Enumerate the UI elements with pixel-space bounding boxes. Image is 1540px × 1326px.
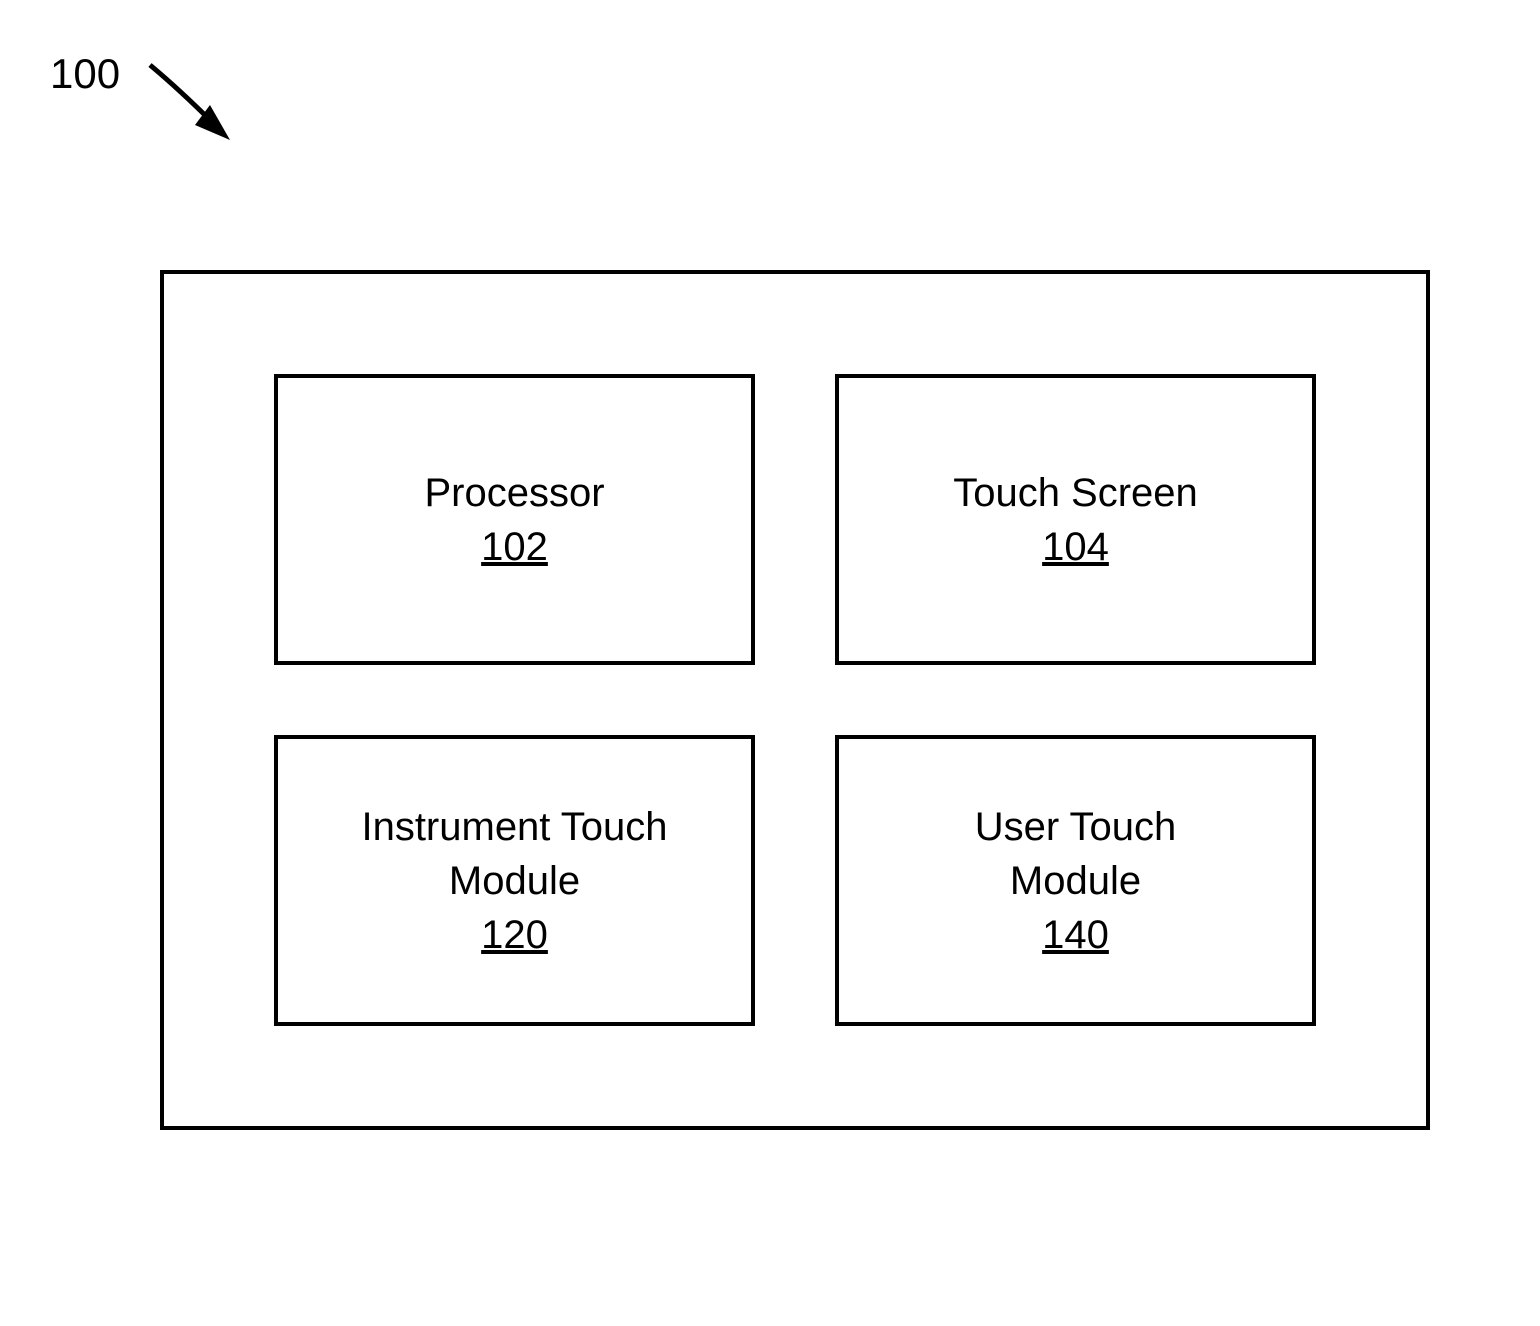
- user-touch-title-line2: Module: [1010, 854, 1141, 908]
- instrument-touch-title-line2: Module: [449, 854, 580, 908]
- processor-block: Processor 102: [274, 374, 755, 665]
- reference-label: 100: [50, 50, 250, 160]
- user-touch-block: User Touch Module 140: [835, 735, 1316, 1026]
- user-touch-number: 140: [1042, 908, 1109, 962]
- processor-number: 102: [481, 520, 548, 574]
- user-touch-title-line1: User Touch: [975, 800, 1177, 854]
- reference-number: 100: [50, 50, 120, 98]
- arrow-icon: [140, 60, 250, 160]
- system-container: Processor 102 Touch Screen 104 Instrumen…: [160, 270, 1430, 1130]
- touch-screen-title: Touch Screen: [953, 466, 1198, 520]
- instrument-touch-number: 120: [481, 908, 548, 962]
- touch-screen-number: 104: [1042, 520, 1109, 574]
- touch-screen-block: Touch Screen 104: [835, 374, 1316, 665]
- instrument-touch-title-line1: Instrument Touch: [361, 800, 667, 854]
- instrument-touch-block: Instrument Touch Module 120: [274, 735, 755, 1026]
- processor-title: Processor: [424, 466, 604, 520]
